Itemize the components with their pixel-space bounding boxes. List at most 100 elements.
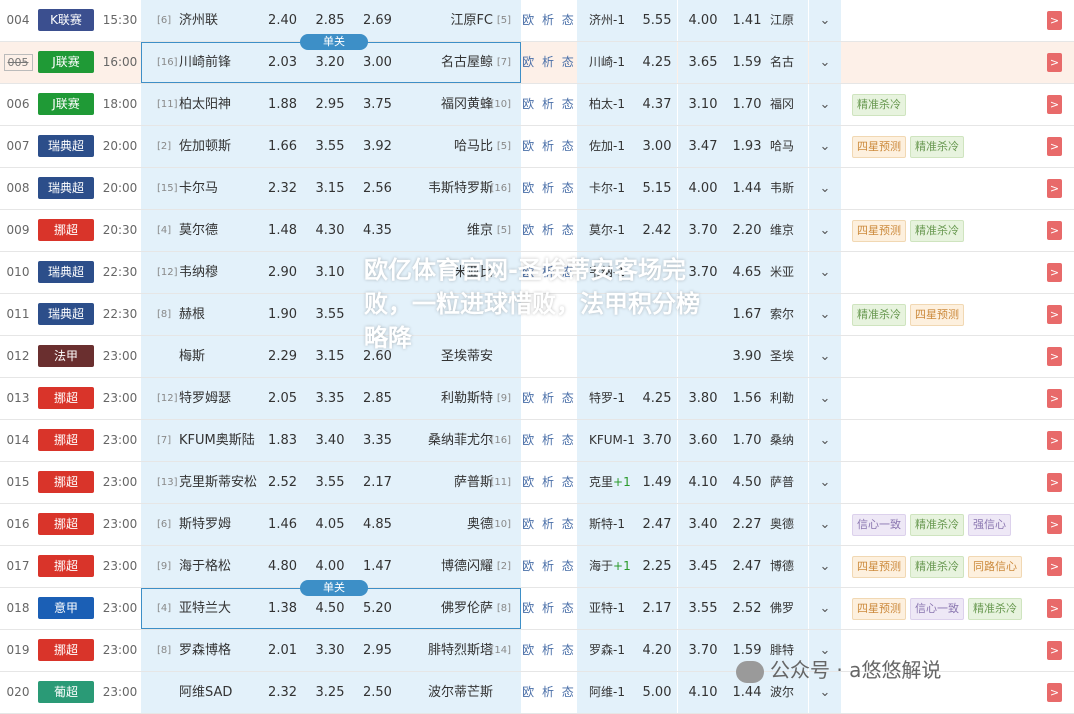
handicap-odds-3[interactable]: 2.20 <box>728 210 766 251</box>
analysis-links[interactable]: 欧 析 态 <box>522 630 576 671</box>
handicap-cell[interactable]: 济州-1 <box>577 0 637 41</box>
analysis-links[interactable]: 欧 析 态 <box>522 546 576 587</box>
handicap-odds-1[interactable]: 1.49 <box>637 462 677 503</box>
draw-odds[interactable]: 4.00 <box>307 546 353 587</box>
chevron-down-icon[interactable]: ⌄ <box>809 126 841 167</box>
league-badge[interactable]: 意甲 <box>38 597 94 619</box>
home-team-cell[interactable]: [8] 赫根 1.90 <box>141 294 307 335</box>
draw-odds[interactable]: 3.25 <box>307 672 353 713</box>
arrow-right-icon[interactable]: > <box>1047 389 1062 408</box>
chevron-down-icon[interactable]: ⌄ <box>809 294 841 335</box>
arrow-right-icon[interactable]: > <box>1047 347 1062 366</box>
handicap-odds-3[interactable]: 3.90 <box>728 336 766 377</box>
chevron-down-icon[interactable]: ⌄ <box>809 504 841 545</box>
handicap-odds-2[interactable]: 3.60 <box>678 420 728 461</box>
handicap-odds-3[interactable]: 1.67 <box>728 294 766 335</box>
handicap-odds-1[interactable]: 4.25 <box>637 378 677 419</box>
league-badge[interactable]: 挪超 <box>38 387 94 409</box>
draw-odds[interactable]: 3.55 <box>307 462 353 503</box>
arrow-right-icon[interactable]: > <box>1047 305 1062 324</box>
away-team-cell[interactable]: 5.20 佛罗伦萨 [8] <box>353 588 521 629</box>
home-team-cell[interactable]: [12] 特罗姆瑟 2.05 <box>141 378 307 419</box>
handicap-odds-2[interactable]: 3.80 <box>678 378 728 419</box>
league-badge[interactable]: 法甲 <box>38 345 94 367</box>
prediction-tag[interactable]: 精准杀冷 <box>910 135 964 158</box>
away-team-cell[interactable]: 2.17 萨普斯 [11] <box>353 462 521 503</box>
chevron-down-icon[interactable]: ⌄ <box>809 378 841 419</box>
handicap-odds-3[interactable]: 1.44 <box>728 168 766 209</box>
handicap-odds-1[interactable]: 2.17 <box>637 588 677 629</box>
prediction-tag[interactable]: 强信心 <box>968 513 1011 536</box>
handicap-odds-1[interactable]: 4.20 <box>637 630 677 671</box>
handicap-cell[interactable]: 海于+1 <box>577 546 637 587</box>
arrow-right-icon[interactable]: > <box>1047 599 1062 618</box>
handicap-odds-2[interactable]: 4.00 <box>678 168 728 209</box>
home-team-cell[interactable]: [4] 莫尔德 1.48 <box>141 210 307 251</box>
home-team-cell[interactable]: [6] 济州联 2.40 <box>141 0 307 41</box>
arrow-right-icon[interactable]: > <box>1047 95 1062 114</box>
arrow-right-icon[interactable]: > <box>1047 221 1062 240</box>
league-badge[interactable]: J联赛 <box>38 51 94 73</box>
handicap-odds-3[interactable]: 1.70 <box>728 84 766 125</box>
away-team-cell[interactable]: 4.35 维京 [5] <box>353 210 521 251</box>
handicap-odds-2[interactable]: 4.00 <box>678 0 728 41</box>
home-team-cell[interactable]: [11] 柏太阳神 1.88 <box>141 84 307 125</box>
handicap-odds-1[interactable]: 2.25 <box>637 546 677 587</box>
chevron-down-icon[interactable]: ⌄ <box>809 84 841 125</box>
chevron-down-icon[interactable]: ⌄ <box>809 252 841 293</box>
league-badge[interactable]: J联赛 <box>38 93 94 115</box>
home-team-cell[interactable]: [6] 斯特罗姆 1.46 <box>141 504 307 545</box>
handicap-odds-1[interactable]: 4.25 <box>637 42 677 83</box>
home-team-cell[interactable]: 梅斯 2.29 <box>141 336 307 377</box>
draw-odds[interactable]: 3.15 <box>307 168 353 209</box>
prediction-tag[interactable]: 四星预测 <box>852 135 906 158</box>
analysis-links[interactable]: 欧 析 态 <box>522 168 576 209</box>
draw-odds[interactable]: 4.30 <box>307 210 353 251</box>
home-team-cell[interactable]: [2] 佐加顿斯 1.66 <box>141 126 307 167</box>
prediction-tag[interactable]: 精准杀冷 <box>852 93 906 116</box>
analysis-links[interactable]: 欧 析 态 <box>522 378 576 419</box>
handicap-odds-1[interactable]: 5.00 <box>637 672 677 713</box>
draw-odds[interactable]: 3.15 <box>307 336 353 377</box>
handicap-odds-3[interactable]: 1.41 <box>728 0 766 41</box>
handicap-odds-3[interactable]: 4.50 <box>728 462 766 503</box>
league-badge[interactable]: 瑞典超 <box>38 135 94 157</box>
arrow-right-icon[interactable]: > <box>1047 53 1062 72</box>
draw-odds[interactable]: 2.85 <box>307 0 353 41</box>
league-badge[interactable]: K联赛 <box>38 9 94 31</box>
league-badge[interactable]: 挪超 <box>38 513 94 535</box>
away-team-cell[interactable]: 4.85 奥德 [10] <box>353 504 521 545</box>
home-team-cell[interactable]: 阿维SAD 2.32 <box>141 672 307 713</box>
handicap-odds-2[interactable]: 3.10 <box>678 84 728 125</box>
arrow-right-icon[interactable]: > <box>1047 11 1062 30</box>
handicap-cell[interactable]: 莫尔-1 <box>577 210 637 251</box>
handicap-odds-2[interactable]: 3.55 <box>678 588 728 629</box>
prediction-tag[interactable]: 精准杀冷 <box>910 555 964 578</box>
prediction-tag[interactable]: 同路信心 <box>968 555 1022 578</box>
prediction-tag[interactable]: 精准杀冷 <box>910 219 964 242</box>
arrow-right-icon[interactable]: > <box>1047 179 1062 198</box>
away-team-cell[interactable]: 2.50 波尔蒂芒斯 <box>353 672 521 713</box>
prediction-tag[interactable]: 四星预测 <box>852 597 906 620</box>
arrow-right-icon[interactable]: > <box>1047 641 1062 660</box>
chevron-down-icon[interactable]: ⌄ <box>809 588 841 629</box>
draw-odds[interactable]: 3.55 <box>307 294 353 335</box>
prediction-tag[interactable]: 四星预测 <box>852 555 906 578</box>
analysis-links[interactable]: 欧 析 态 <box>522 126 576 167</box>
handicap-odds-1[interactable]: 5.15 <box>637 168 677 209</box>
league-badge[interactable]: 葡超 <box>38 681 94 703</box>
handicap-cell[interactable]: 特罗-1 <box>577 378 637 419</box>
away-team-cell[interactable]: 3.00 名古屋鲸 [7] <box>353 42 521 83</box>
handicap-odds-2[interactable]: 3.70 <box>678 630 728 671</box>
prediction-tag[interactable]: 精准杀冷 <box>910 513 964 536</box>
arrow-right-icon[interactable]: > <box>1047 431 1062 450</box>
handicap-cell[interactable]: 克里+1 <box>577 462 637 503</box>
analysis-links[interactable]: 欧 析 态 <box>522 420 576 461</box>
home-team-cell[interactable]: [7] KFUM奥斯陆 1.83 <box>141 420 307 461</box>
handicap-odds-1[interactable]: 4.37 <box>637 84 677 125</box>
handicap-odds-3[interactable]: 2.52 <box>728 588 766 629</box>
league-badge[interactable]: 挪超 <box>38 429 94 451</box>
league-badge[interactable]: 瑞典超 <box>38 303 94 325</box>
home-team-cell[interactable]: [13] 克里斯蒂安松 2.52 <box>141 462 307 503</box>
handicap-odds-2[interactable]: 3.70 <box>678 210 728 251</box>
